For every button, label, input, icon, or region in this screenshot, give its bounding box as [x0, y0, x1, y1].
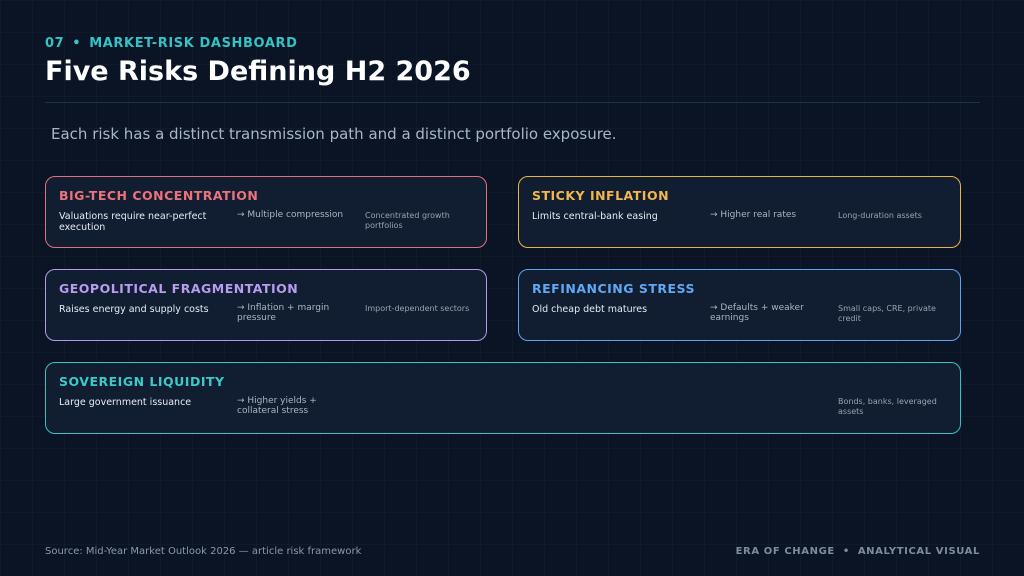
header-divider [45, 102, 980, 103]
risk-card-channel: → Inflation + margin pressure [237, 303, 330, 323]
risk-card-title: STICKY INFLATION [532, 188, 670, 203]
risk-card-big-tech-concentration: BIG-TECH CONCENTRATION Valuations requir… [45, 176, 487, 248]
section-label: MARKET-RISK DASHBOARD [89, 36, 298, 51]
risk-card-sovereign-liquidity: SOVEREIGN LIQUIDITY Large government iss… [45, 362, 961, 434]
section-kicker: 07 • MARKET-RISK DASHBOARD [45, 36, 298, 51]
brand-name: ERA OF CHANGE [735, 546, 835, 557]
risk-card-effect: Old cheap debt matures [532, 304, 648, 315]
risk-card-refinancing-stress: REFINANCING STRESS Old cheap debt mature… [518, 269, 961, 341]
risk-card-sticky-inflation: STICKY INFLATION Limits central-bank eas… [518, 176, 961, 248]
risk-card-title: SOVEREIGN LIQUIDITY [59, 374, 225, 389]
risk-card-effect: Raises energy and supply costs [59, 304, 209, 315]
risk-card-effect: Large government issuance [59, 397, 192, 408]
page-title: Five Risks Defining H2 2026 [45, 56, 471, 87]
risk-card-channel: → Higher yields + collateral stress [237, 396, 317, 416]
risk-card-exposure: Long-duration assets [838, 211, 922, 220]
risk-card-exposure: Import-dependent sectors [365, 304, 470, 313]
risk-card-geopolitical-fragmentation: GEOPOLITICAL FRAGMENTATION Raises energy… [45, 269, 487, 341]
page-subtitle: Each risk has a distinct transmission pa… [51, 125, 617, 143]
risk-card-exposure: Concentrated growth portfolios [365, 211, 450, 230]
risk-card-title: REFINANCING STRESS [532, 281, 695, 296]
risk-card-exposure: Small caps, CRE, private credit [838, 304, 936, 323]
kicker-separator: • [72, 36, 82, 51]
brand-separator: • [842, 546, 850, 557]
risk-card-channel: → Higher real rates [710, 210, 797, 220]
risk-card-exposure: Bonds, banks, leveraged assets [838, 397, 937, 416]
footer-brand: ERA OF CHANGE • ANALYTICAL VISUAL [736, 546, 980, 557]
risk-card-channel: → Defaults + weaker earnings [710, 303, 804, 323]
brand-tagline: ANALYTICAL VISUAL [857, 546, 980, 557]
risk-card-title: GEOPOLITICAL FRAGMENTATION [59, 281, 299, 296]
risk-card-channel: → Multiple compression [237, 210, 344, 220]
risk-card-effect: Limits central-bank easing [532, 211, 658, 222]
section-number: 07 [45, 36, 65, 51]
source-note: Source: Mid-Year Market Outlook 2026 — a… [45, 546, 362, 557]
risk-card-title: BIG-TECH CONCENTRATION [59, 188, 259, 203]
risk-card-effect: Valuations require near-perfect executio… [59, 211, 207, 233]
